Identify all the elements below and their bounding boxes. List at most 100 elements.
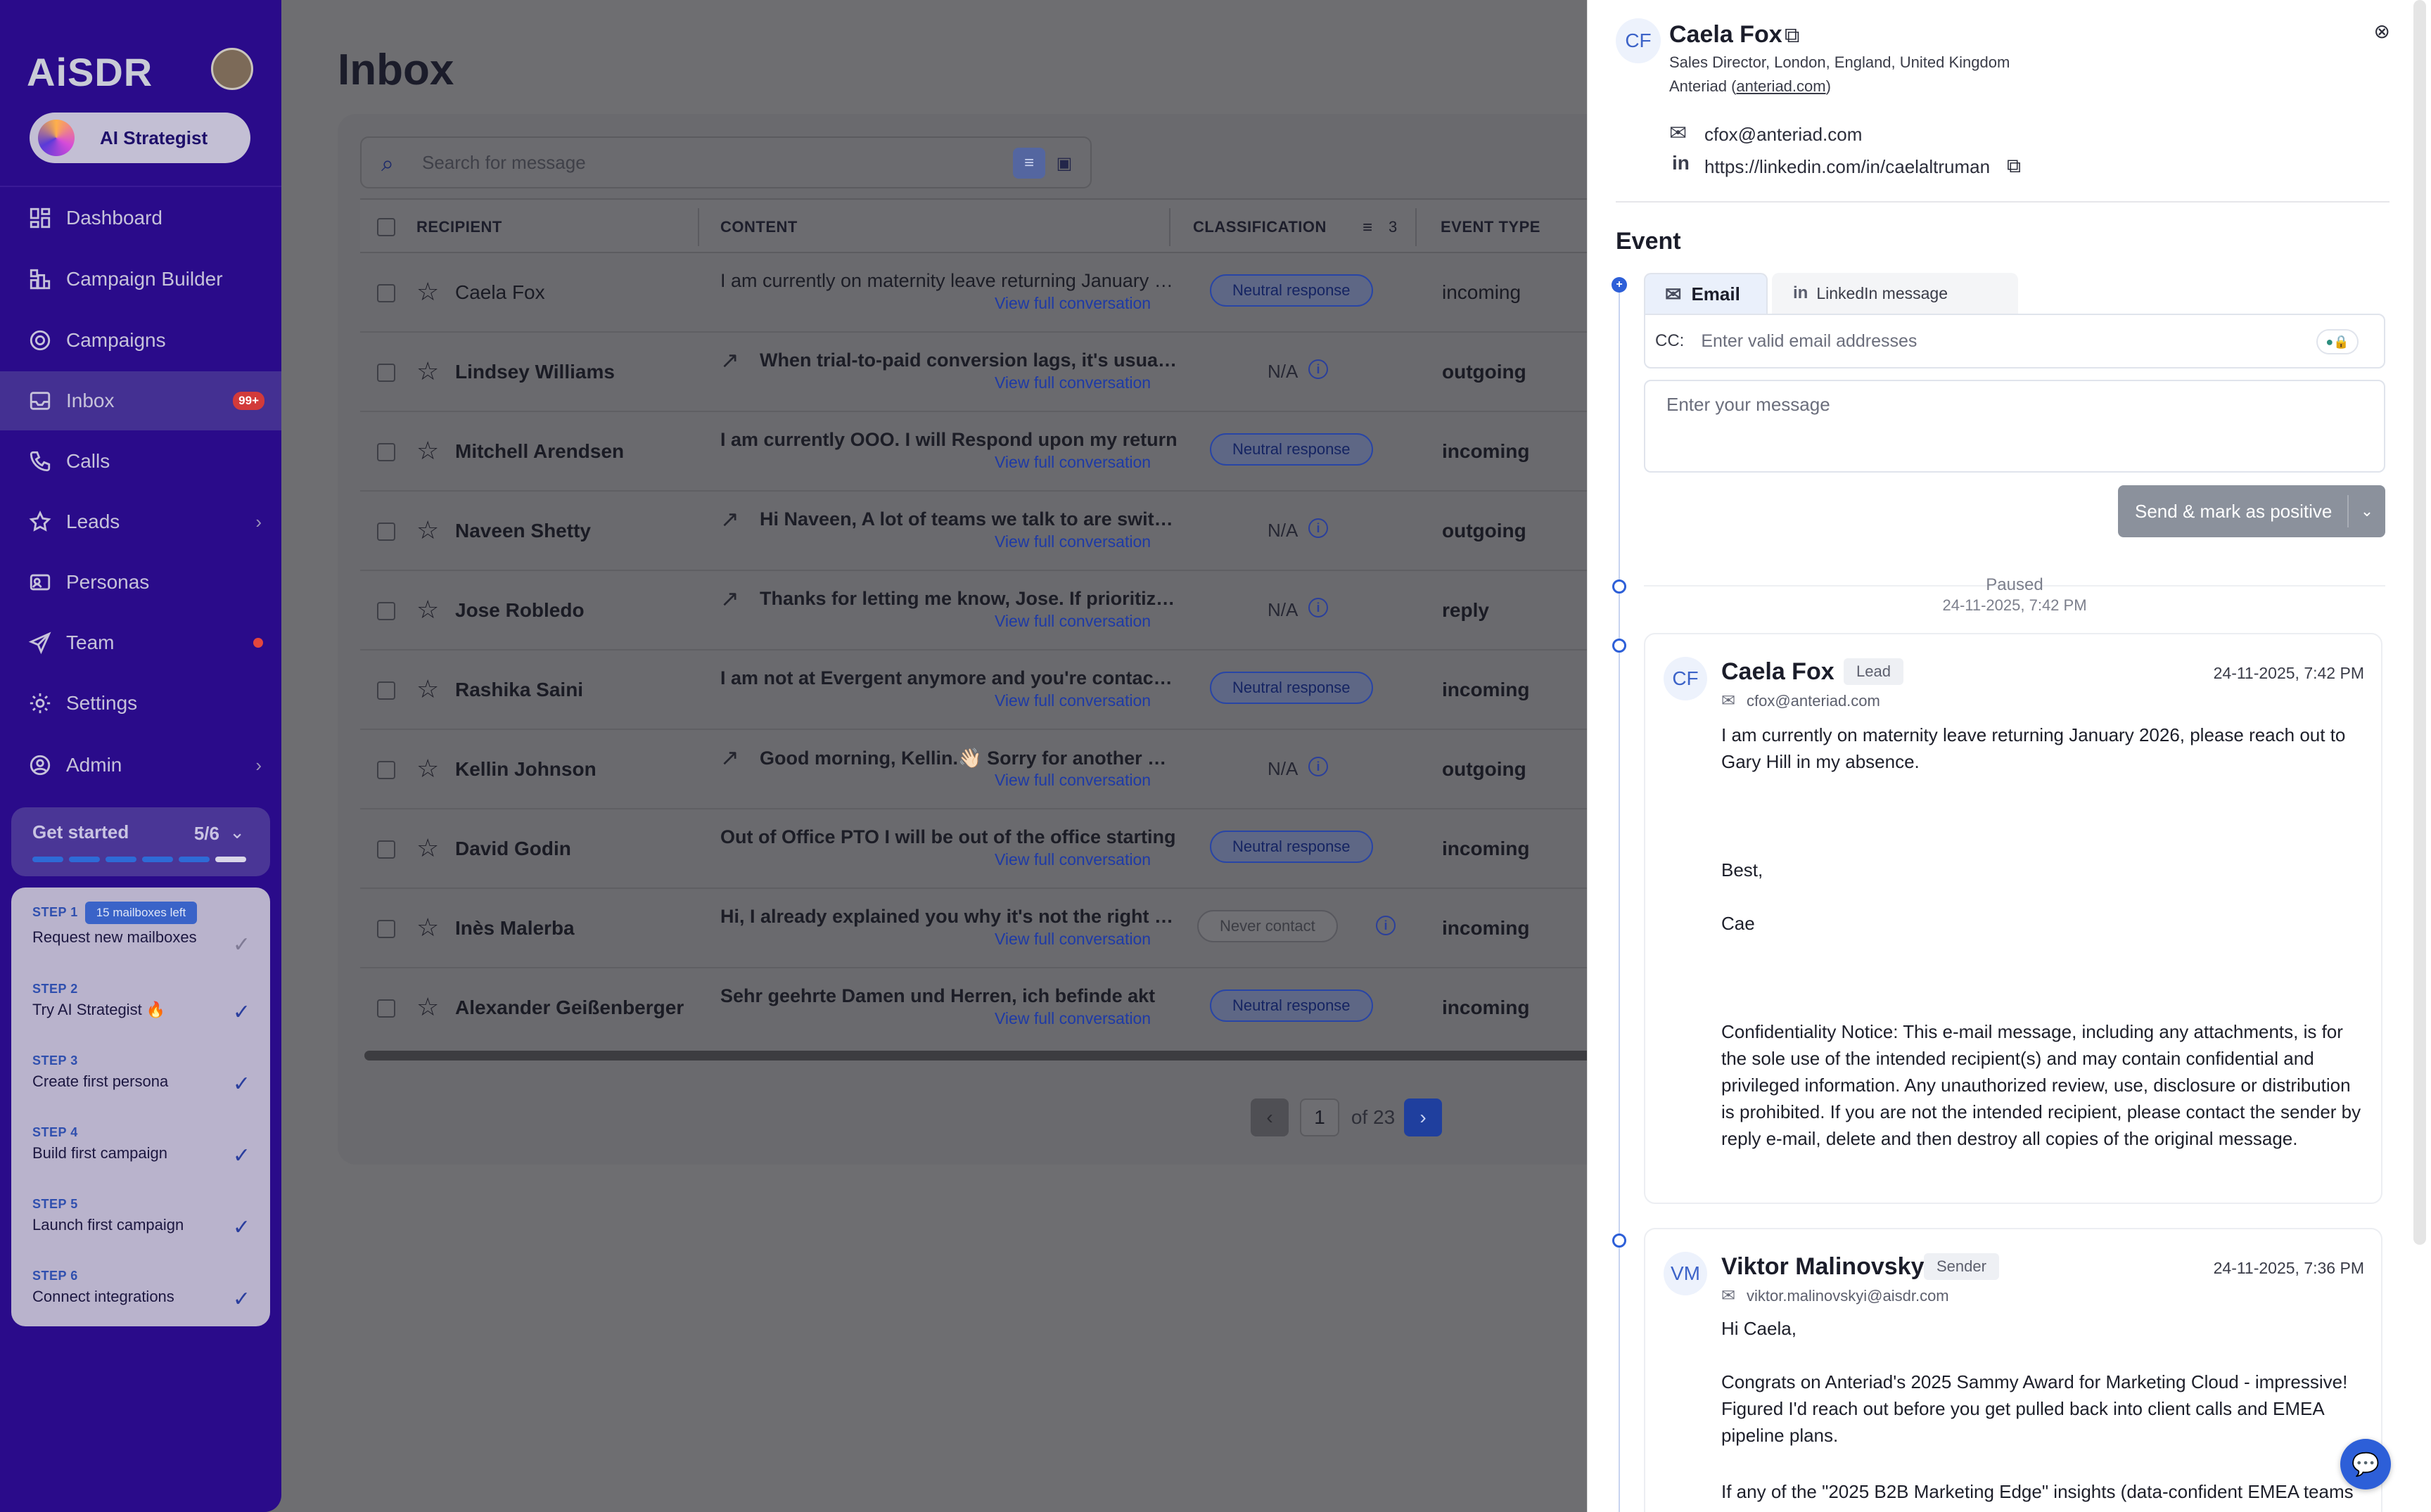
star-icon[interactable]: ☆ xyxy=(416,515,439,545)
star-icon[interactable]: ☆ xyxy=(416,277,439,307)
nav-item-team[interactable]: Team xyxy=(0,613,281,672)
table-row[interactable]: ☆ Jose Robledo ↗ Thanks for letting me k… xyxy=(360,571,1626,651)
nav-item-personas[interactable]: Personas xyxy=(0,553,281,612)
external-link-icon[interactable]: ⧉ xyxy=(1785,24,1799,48)
prev-page-button[interactable]: ‹ xyxy=(1251,1098,1289,1136)
nav-item-admin[interactable]: Admin › xyxy=(0,736,281,795)
classification-badge[interactable]: Neutral response xyxy=(1210,433,1373,466)
cc-field[interactable]: CC: Enter valid email addresses ●🔒 xyxy=(1644,314,2385,369)
select-all-checkbox[interactable] xyxy=(377,218,395,236)
list-view-icon[interactable]: ≡ xyxy=(1013,148,1045,179)
table-row[interactable]: ☆ Lindsey Williams ↗ When trial-to-paid … xyxy=(360,333,1626,412)
row-checkbox[interactable] xyxy=(377,364,395,382)
view-full-conversation-link[interactable]: View full conversation xyxy=(995,612,1151,631)
message-input[interactable]: Enter your message xyxy=(1644,380,2385,473)
info-icon[interactable]: i xyxy=(1308,518,1328,538)
classification-badge[interactable]: Neutral response xyxy=(1210,989,1373,1022)
col-event-type[interactable]: EVENT TYPE xyxy=(1441,218,1540,236)
company-link[interactable]: anteriad.com xyxy=(1736,77,1825,95)
lock-toggle-icon[interactable]: ●🔒 xyxy=(2316,329,2359,354)
row-checkbox[interactable] xyxy=(377,284,395,302)
row-checkbox[interactable] xyxy=(377,999,395,1018)
star-icon[interactable]: ☆ xyxy=(416,754,439,783)
star-icon[interactable]: ☆ xyxy=(416,595,439,624)
nav-item-campaigns[interactable]: Campaigns xyxy=(0,311,281,370)
star-icon[interactable]: ☆ xyxy=(416,357,439,386)
row-checkbox[interactable] xyxy=(377,920,395,938)
step-4[interactable]: STEP 4 Build first campaign ✓ xyxy=(32,1125,250,1167)
view-full-conversation-link[interactable]: View full conversation xyxy=(995,771,1151,790)
table-row[interactable]: ☆ Caela Fox I am currently on maternity … xyxy=(360,253,1626,333)
step-5[interactable]: STEP 5 Launch first campaign ✓ xyxy=(32,1197,250,1239)
classification-badge[interactable]: Neutral response xyxy=(1210,831,1373,863)
add-event-icon[interactable]: + xyxy=(1612,277,1627,293)
row-checkbox[interactable] xyxy=(377,602,395,620)
view-full-conversation-link[interactable]: View full conversation xyxy=(995,1009,1151,1028)
table-row[interactable]: ☆ Mitchell Arendsen I am currently OOO. … xyxy=(360,412,1626,492)
star-icon[interactable]: ☆ xyxy=(416,833,439,863)
table-row[interactable]: ☆ David Godin Out of Office PTO I will b… xyxy=(360,809,1626,889)
view-full-conversation-link[interactable]: View full conversation xyxy=(995,930,1151,949)
classification-badge[interactable]: Neutral response xyxy=(1210,274,1373,307)
star-icon[interactable]: ☆ xyxy=(416,436,439,466)
tab-linkedin-message[interactable]: in LinkedIn message xyxy=(1772,273,2018,314)
row-checkbox[interactable] xyxy=(377,443,395,461)
info-icon[interactable]: i xyxy=(1308,757,1328,776)
info-icon[interactable]: i xyxy=(1308,598,1328,617)
info-icon[interactable]: i xyxy=(1308,359,1328,379)
ai-strategist-button[interactable]: AI Strategist xyxy=(30,113,250,163)
star-icon[interactable]: ☆ xyxy=(416,913,439,942)
table-row[interactable]: ☆ Alexander Geißenberger Sehr geehrte Da… xyxy=(360,968,1626,1048)
chevron-down-icon[interactable]: ⌄ xyxy=(2347,495,2385,527)
view-full-conversation-link[interactable]: View full conversation xyxy=(995,373,1151,392)
nav-item-settings[interactable]: Settings xyxy=(0,674,281,733)
external-link-icon[interactable]: ⧉ xyxy=(2007,155,2021,178)
send-mark-positive-button[interactable]: Send & mark as positive ⌄ xyxy=(2118,485,2385,537)
col-recipient[interactable]: RECIPIENT xyxy=(416,218,502,236)
row-checkbox[interactable] xyxy=(377,840,395,859)
next-page-button[interactable]: › xyxy=(1404,1098,1442,1136)
step-3[interactable]: STEP 3 Create first persona ✓ xyxy=(32,1053,250,1096)
search-input[interactable]: ⌕ Search for message ≡ ▣ xyxy=(360,136,1092,188)
star-icon[interactable]: ☆ xyxy=(416,992,439,1022)
view-full-conversation-link[interactable]: View full conversation xyxy=(995,532,1151,551)
view-full-conversation-link[interactable]: View full conversation xyxy=(995,850,1151,869)
table-row[interactable]: ☆ Kellin Johnson ↗ Good morning, Kellin.… xyxy=(360,730,1626,809)
filter-icon[interactable]: ≡ xyxy=(1363,218,1373,238)
step-6[interactable]: STEP 6 Connect integrations ✓ xyxy=(32,1269,250,1311)
view-full-conversation-link[interactable]: View full conversation xyxy=(995,294,1151,313)
nav-item-leads[interactable]: Leads › xyxy=(0,492,281,551)
table-row[interactable]: ☆ Rashika Saini I am not at Evergent any… xyxy=(360,651,1626,730)
close-icon[interactable]: ⊗ xyxy=(2374,20,2390,43)
horizontal-scrollbar[interactable] xyxy=(364,1051,1631,1061)
tab-email[interactable]: ✉ Email xyxy=(1644,273,1768,314)
row-checkbox[interactable] xyxy=(377,681,395,700)
view-full-conversation-link[interactable]: View full conversation xyxy=(995,691,1151,710)
step-2[interactable]: STEP 2 Try AI Strategist 🔥 ✓ xyxy=(32,982,250,1024)
get-started-card[interactable]: Get started 5/6 ⌄ xyxy=(11,807,270,876)
table-row[interactable]: ☆ Naveen Shetty ↗ Hi Naveen, A lot of te… xyxy=(360,492,1626,571)
classification-badge[interactable]: Never contact xyxy=(1197,910,1338,942)
user-avatar[interactable] xyxy=(211,48,253,90)
row-checkbox[interactable] xyxy=(377,523,395,541)
view-full-conversation-link[interactable]: View full conversation xyxy=(995,453,1151,472)
chevron-down-icon[interactable]: ⌄ xyxy=(229,821,245,843)
page-number[interactable]: 1 xyxy=(1300,1098,1339,1136)
panel-scrollbar[interactable] xyxy=(2413,0,2426,1245)
info-icon[interactable]: i xyxy=(1376,916,1396,935)
nav-item-campaign-builder[interactable]: Campaign Builder xyxy=(0,250,281,309)
contact-linkedin[interactable]: https://linkedin.com/in/caelaltruman xyxy=(1704,156,1990,178)
star-icon[interactable]: ☆ xyxy=(416,674,439,704)
col-classification[interactable]: CLASSIFICATION xyxy=(1193,218,1327,236)
classification-badge[interactable]: Neutral response xyxy=(1210,672,1373,704)
table-row[interactable]: ☆ Inès Malerba Hi, I already explained y… xyxy=(360,889,1626,968)
nav-item-calls[interactable]: Calls xyxy=(0,432,281,491)
col-content[interactable]: CONTENT xyxy=(720,218,798,236)
contact-email[interactable]: cfox@anteriad.com xyxy=(1704,124,1862,146)
nav-item-dashboard[interactable]: Dashboard xyxy=(0,188,281,248)
step-1[interactable]: STEP 1 15 mailboxes left Request new mail… xyxy=(32,902,250,956)
chat-support-icon[interactable]: 💬 xyxy=(2340,1439,2391,1489)
nav-item-inbox[interactable]: Inbox 99+ xyxy=(0,371,281,430)
archive-view-icon[interactable]: ▣ xyxy=(1048,148,1080,179)
row-checkbox[interactable] xyxy=(377,761,395,779)
